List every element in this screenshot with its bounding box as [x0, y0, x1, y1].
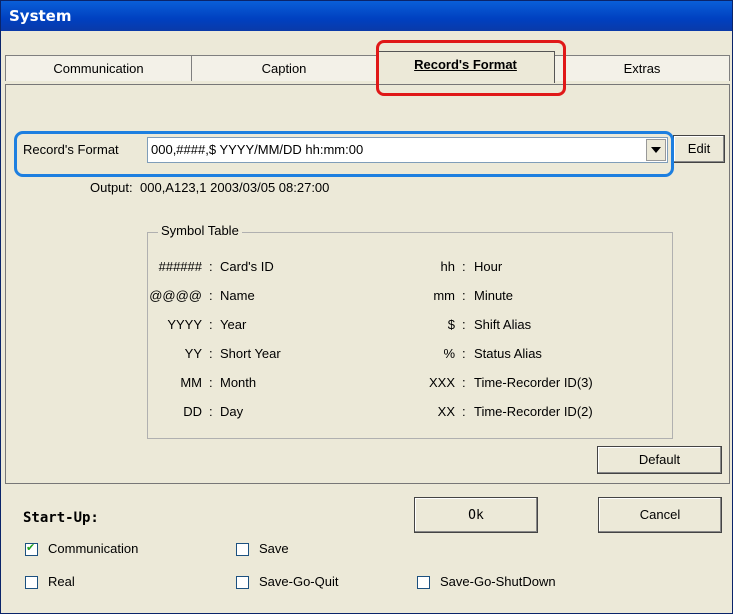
sep: :: [209, 288, 213, 303]
title-bar[interactable]: System: [1, 1, 732, 31]
save-label[interactable]: Save: [259, 541, 289, 556]
symbol-recorder-id-2: XX: [437, 404, 455, 419]
save-go-quit-label[interactable]: Save-Go-Quit: [259, 574, 338, 589]
communication-label[interactable]: Communication: [48, 541, 138, 556]
sep: :: [462, 346, 466, 361]
communication-checkbox[interactable]: [25, 541, 38, 556]
window-title: System: [9, 7, 72, 25]
sep: :: [209, 404, 213, 419]
symbol-card-id: ######: [158, 259, 202, 274]
system-dialog: System Communication Caption Record's Fo…: [0, 0, 733, 614]
symbol-year: YYYY: [167, 317, 202, 332]
sep: :: [209, 346, 213, 361]
tab-caption[interactable]: Caption: [191, 55, 377, 81]
record-format-combobox[interactable]: 000,####,$ YYYY/MM/DD hh:mm:00: [147, 137, 668, 163]
sep: :: [462, 317, 466, 332]
desc-year: Year: [220, 317, 247, 332]
symbol-short-year: YY: [184, 346, 202, 361]
startup-title: Start-Up:: [23, 510, 99, 526]
desc-day: Day: [220, 404, 244, 419]
desc-minute: Minute: [474, 288, 514, 303]
sep: :: [209, 317, 213, 332]
symbol-status-alias: %: [443, 346, 455, 361]
symbol-day: DD: [183, 404, 202, 419]
cancel-button[interactable]: Cancel: [598, 497, 722, 533]
edit-button[interactable]: Edit: [673, 135, 725, 163]
tab-communication[interactable]: Communication: [5, 55, 192, 81]
sep: :: [209, 259, 213, 274]
desc-month: Month: [220, 375, 257, 390]
save-go-shutdown-checkbox[interactable]: [417, 576, 430, 589]
desc-shift-alias: Shift Alias: [474, 317, 532, 332]
sep: :: [209, 375, 213, 390]
symbol-minute: mm: [433, 288, 455, 303]
symbol-shift-alias: $: [447, 317, 455, 332]
save-go-quit-checkbox[interactable]: [236, 576, 249, 589]
desc-status-alias: Status Alias: [474, 346, 542, 361]
desc-recorder-id-3: Time-Recorder ID(3): [474, 375, 593, 390]
real-label[interactable]: Real: [48, 574, 75, 589]
symbol-recorder-id-3: XXX: [428, 375, 455, 390]
tab-extras[interactable]: Extras: [554, 55, 730, 81]
sep: :: [462, 375, 466, 390]
record-format-label: Record's Format: [23, 142, 119, 157]
ok-label: Ok: [468, 508, 484, 523]
ok-button[interactable]: Ok: [414, 497, 538, 533]
sep: :: [462, 288, 466, 303]
save-go-shutdown-label[interactable]: Save-Go-ShutDown: [440, 574, 556, 589]
record-format-value: 000,####,$ YYYY/MM/DD hh:mm:00: [151, 142, 364, 157]
save-checkbox[interactable]: [236, 543, 249, 556]
sep: :: [462, 404, 466, 419]
desc-hour: Hour: [474, 259, 503, 274]
desc-name: Name: [220, 288, 255, 303]
output-value: 000,A123,1 2003/03/05 08:27:00: [140, 180, 330, 195]
tab-records-format[interactable]: Record's Format: [376, 51, 555, 83]
output-label: Output:: [90, 180, 133, 195]
symbol-name: @@@@: [149, 288, 202, 303]
symbol-month: MM: [180, 375, 202, 390]
symbol-hour: hh: [440, 259, 455, 274]
sep: :: [462, 259, 466, 274]
default-button[interactable]: Default: [597, 446, 722, 474]
dropdown-button[interactable]: [646, 139, 666, 161]
desc-card-id: Card's ID: [220, 259, 274, 274]
desc-recorder-id-2: Time-Recorder ID(2): [474, 404, 593, 419]
symbol-table-title: Symbol Table: [158, 223, 242, 238]
real-checkbox[interactable]: [25, 576, 38, 589]
desc-short-year: Short Year: [220, 346, 281, 361]
chevron-down-icon: [651, 147, 661, 153]
